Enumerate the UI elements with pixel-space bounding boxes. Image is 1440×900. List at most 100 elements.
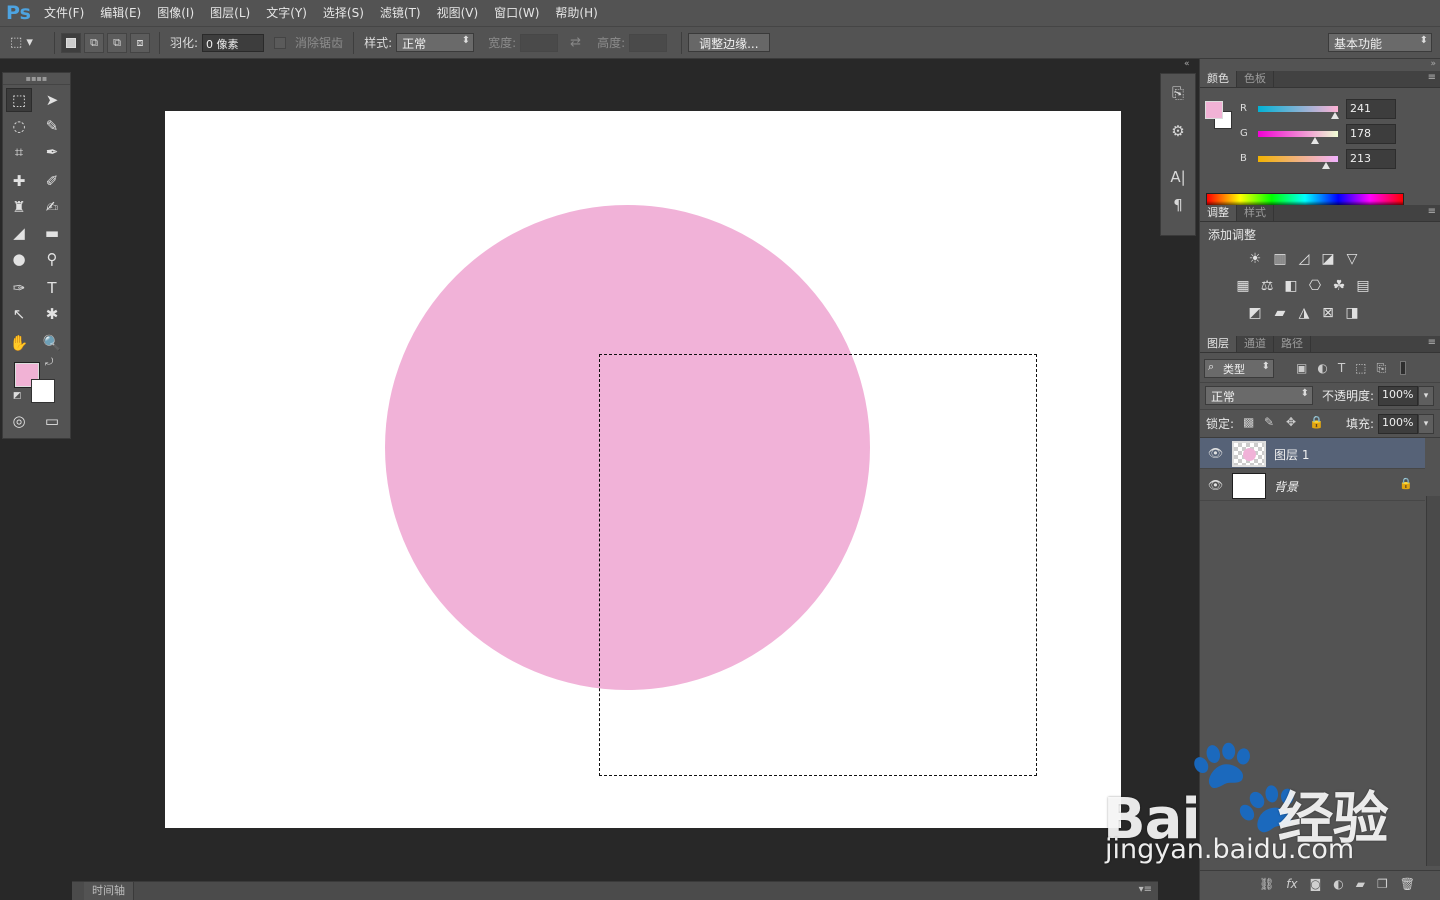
paragraph-panel-icon[interactable]: ¶ [1161,196,1195,214]
timeline-menu-icon[interactable]: ▾≡ [1139,884,1152,895]
photo-filter-icon[interactable]: ⎔ [1305,277,1325,295]
menu-help[interactable]: 帮助(H) [547,0,605,26]
hue-saturation-icon[interactable]: ▦ [1233,277,1253,295]
eraser-tool-icon[interactable]: ◢ [6,221,32,245]
black-white-icon[interactable]: ◧ [1281,277,1301,295]
menu-layer[interactable]: 图层(L) [202,0,258,26]
pen-tool-icon[interactable]: ✑ [6,276,32,300]
tab-adjustments[interactable]: 调整 [1200,205,1237,221]
menu-view[interactable]: 视图(V) [429,0,487,26]
blur-tool-icon[interactable]: ● [6,247,32,271]
intersect-selection-button[interactable]: ⧈ [130,32,150,53]
character-panel-icon[interactable]: A| [1161,168,1195,186]
swap-dimensions-icon[interactable]: ⇄ [570,35,581,50]
exposure-icon[interactable]: ◪ [1318,250,1338,268]
green-track[interactable] [1258,131,1338,137]
screen-mode-icon[interactable]: ▭ [39,409,65,433]
move-tool-icon[interactable]: ➤ [39,88,65,112]
blend-mode-select[interactable]: 正常 [1205,386,1313,405]
gradient-map-icon[interactable]: ◨ [1342,304,1362,322]
filter-adjustment-icon[interactable]: ◐ [1317,361,1327,375]
blue-slider[interactable]: B 213 [1240,149,1440,173]
path-select-tool-icon[interactable]: ↖ [6,302,32,326]
layer-filter-select[interactable]: 类型 [1204,358,1274,378]
invert-icon[interactable]: ◩ [1245,304,1265,322]
tab-styles[interactable]: 样式 [1237,205,1274,221]
levels-icon[interactable]: ▥ [1270,250,1290,268]
properties-panel-icon[interactable]: ⚙ [1161,122,1195,140]
hand-tool-icon[interactable]: ✋ [6,331,32,355]
channel-mixer-icon[interactable]: ☘ [1329,277,1349,295]
fx-icon[interactable]: fx [1286,877,1297,891]
filter-smart-object-icon[interactable]: ⎘ [1377,361,1387,376]
history-brush-tool-icon[interactable]: ✍ [39,195,65,219]
brush-tool-icon[interactable]: ✐ [39,169,65,193]
posterize-icon[interactable]: ▰ [1270,304,1290,322]
panel-menu-icon[interactable]: ≡ [1428,206,1436,217]
layer-row-background[interactable]: 👁 背景 🔒 [1200,470,1425,501]
rect-marquee-tool-icon[interactable]: ⬚ [6,88,32,112]
eye-icon[interactable]: 👁 [1208,446,1223,460]
document-canvas[interactable] [165,111,1121,828]
opacity-input[interactable]: 100% [1378,386,1418,406]
gradient-tool-icon[interactable]: ▬ [39,221,65,245]
new-layer-icon[interactable]: ❐ [1377,877,1388,891]
lock-position-icon[interactable]: ✥ [1286,415,1296,429]
tab-color[interactable]: 颜色 [1200,71,1237,87]
tab-channels[interactable]: 通道 [1237,336,1274,352]
link-icon[interactable]: ⛓ [1259,877,1274,891]
collapse-arrows-icon[interactable]: « [1184,59,1190,69]
blue-slider-thumb[interactable] [1322,162,1330,169]
lock-all-icon[interactable]: 🔒 [1309,415,1324,429]
selection-marquee[interactable] [599,354,1037,776]
adjustment-layer-icon[interactable]: ◐ [1333,877,1343,891]
filter-pixel-icon[interactable]: ▣ [1296,361,1307,375]
blue-value-input[interactable]: 213 [1346,149,1396,169]
eye-icon[interactable]: 👁 [1208,478,1223,492]
quick-select-tool-icon[interactable]: ✎ [39,114,65,138]
menu-file[interactable]: 文件(F) [36,0,92,26]
filter-shape-icon[interactable]: ⬚ [1355,361,1366,375]
layer-thumbnail[interactable] [1232,441,1266,467]
filter-type-icon[interactable]: T [1338,361,1345,375]
clone-stamp-tool-icon[interactable]: ♜ [6,195,32,219]
crop-tool-icon[interactable]: ⌗ [6,140,32,164]
quick-mask-icon[interactable]: ◎ [6,409,32,433]
style-select[interactable]: 正常 [396,33,475,52]
menu-image[interactable]: 图像(I) [149,0,202,26]
type-tool-icon[interactable]: T [39,276,65,300]
toolbox-grip[interactable]: ▪▪▪▪ [3,73,70,85]
color-balance-icon[interactable]: ⚖ [1257,277,1277,295]
add-selection-button[interactable]: ⧉ [84,32,104,53]
antialias-checkbox[interactable] [274,36,287,49]
tab-swatches[interactable]: 色板 [1237,71,1274,87]
expand-arrows-icon[interactable]: » [1430,59,1436,69]
green-value-input[interactable]: 178 [1346,124,1396,144]
vibrance-icon[interactable]: ▽ [1342,250,1362,268]
opacity-dropdown-icon[interactable]: ▾ [1418,386,1434,406]
zoom-tool-icon[interactable]: 🔍 [39,331,65,355]
selective-color-icon[interactable]: ⊠ [1318,304,1338,322]
red-value-input[interactable]: 241 [1346,99,1396,119]
tab-paths[interactable]: 路径 [1274,336,1311,352]
eyedropper-tool-icon[interactable]: ✒ [39,140,65,164]
lock-transparent-icon[interactable]: ▩ [1243,415,1254,429]
filter-toggle-icon[interactable] [1400,361,1407,375]
panel-menu-icon[interactable]: ≡ [1428,337,1436,348]
custom-shape-tool-icon[interactable]: ✱ [39,302,65,326]
swap-colors-icon[interactable]: ⤾ [45,357,53,368]
lasso-tool-icon[interactable]: ◌ [6,114,32,138]
fill-input[interactable]: 100% [1378,414,1418,434]
menu-filter[interactable]: 滤镜(T) [372,0,429,26]
color-panel-fg-swatch[interactable] [1205,101,1223,119]
dodge-tool-icon[interactable]: ⚲ [39,247,65,271]
subtract-selection-button[interactable]: ⧉ [107,32,127,53]
red-track[interactable] [1258,106,1338,112]
marquee-tool-preset-icon[interactable]: ⬚ ▾ [10,32,48,54]
menu-type[interactable]: 文字(Y) [258,0,315,26]
menu-edit[interactable]: 编辑(E) [92,0,149,26]
mask-icon[interactable]: ◙ [1310,877,1322,891]
healing-brush-tool-icon[interactable]: ✚ [6,169,32,193]
width-input[interactable] [520,33,559,52]
menu-select[interactable]: 选择(S) [315,0,372,26]
